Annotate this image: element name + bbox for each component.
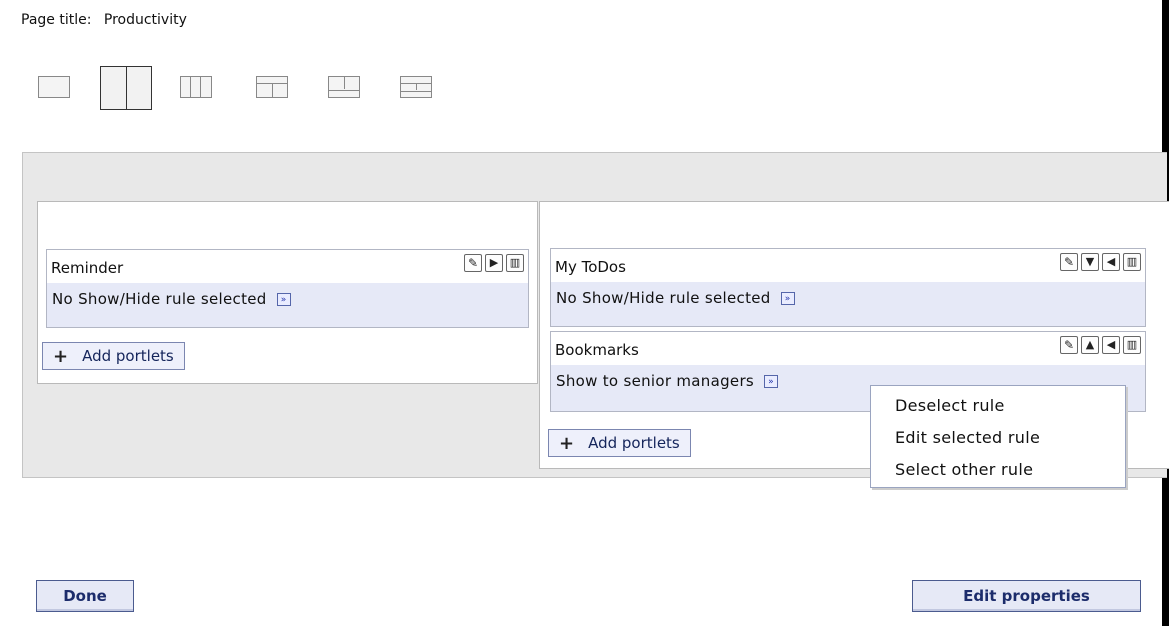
portlet-body: No Show/Hide rule selected »	[551, 282, 1145, 326]
rule-status: Show to senior managers »	[556, 372, 779, 390]
edit-icon[interactable]: ✎	[1060, 253, 1078, 271]
portlet-tools: ✎ ▼ ◀ ▥	[1060, 253, 1141, 271]
plus-icon: +	[53, 345, 69, 367]
edit-icon[interactable]: ✎	[464, 254, 482, 272]
edit-icon[interactable]: ✎	[1060, 336, 1078, 354]
menu-item-select-other-rule[interactable]: Select other rule	[895, 460, 1033, 479]
portlet-title: My ToDos	[555, 258, 626, 276]
portlet-my-todos[interactable]: My ToDos ✎ ▼ ◀ ▥ No Show/Hide rule selec…	[550, 248, 1146, 327]
menu-item-edit-selected-rule[interactable]: Edit selected rule	[895, 428, 1040, 447]
portlet-header: Bookmarks ✎ ▲ ◀ ▥	[551, 332, 1145, 365]
rule-menu-icon[interactable]: »	[276, 293, 291, 306]
arrow-right-icon[interactable]: ▶	[485, 254, 503, 272]
left-column: Reminder ✎ ▶ ▥ No Show/Hide rule selecte…	[37, 201, 538, 384]
layout-top-two-column-icon[interactable]	[256, 76, 288, 98]
add-portlets-label: Add portlets	[82, 347, 174, 365]
trash-icon[interactable]: ▥	[1123, 253, 1141, 271]
layout-one-column-icon[interactable]	[38, 76, 70, 98]
edit-properties-button[interactable]: Edit properties	[912, 580, 1141, 612]
add-portlets-button[interactable]: + Add portlets	[548, 429, 691, 457]
layout-picker	[38, 66, 458, 114]
layout-top-two-bottom-icon[interactable]	[400, 76, 432, 98]
portlet-tools: ✎ ▶ ▥	[464, 254, 524, 272]
trash-icon[interactable]: ▥	[1123, 336, 1141, 354]
portlet-body: No Show/Hide rule selected »	[47, 283, 528, 327]
page: Page title: Productivity Reminder ✎ ▶ ▥ …	[0, 0, 1169, 626]
page-title-value: Productivity	[103, 12, 187, 28]
portlet-header: Reminder ✎ ▶ ▥	[47, 250, 528, 283]
rule-text: Show to senior managers	[556, 372, 755, 390]
arrow-left-icon[interactable]: ◀	[1102, 253, 1120, 271]
layout-three-column-icon[interactable]	[180, 76, 212, 98]
menu-item-deselect-rule[interactable]: Deselect rule	[895, 396, 1005, 415]
trash-icon[interactable]: ▥	[506, 254, 524, 272]
plus-icon: +	[559, 432, 575, 454]
rule-text: No Show/Hide rule selected	[52, 290, 267, 308]
portlet-reminder[interactable]: Reminder ✎ ▶ ▥ No Show/Hide rule selecte…	[46, 249, 529, 328]
rule-menu-icon[interactable]: »	[780, 292, 795, 305]
arrow-left-icon[interactable]: ◀	[1102, 336, 1120, 354]
rule-menu-icon[interactable]: »	[764, 375, 779, 388]
arrow-down-icon[interactable]: ▼	[1081, 253, 1099, 271]
portlet-title: Bookmarks	[555, 341, 639, 359]
rule-status: No Show/Hide rule selected »	[556, 289, 795, 307]
rule-status: No Show/Hide rule selected »	[52, 290, 291, 308]
layout-two-column-icon[interactable]	[100, 66, 152, 110]
rule-text: No Show/Hide rule selected	[556, 289, 771, 307]
add-portlets-button[interactable]: + Add portlets	[42, 342, 185, 370]
layout-two-column-bottom-icon[interactable]	[328, 76, 360, 98]
rule-context-menu: Deselect rule Edit selected rule Select …	[870, 385, 1126, 488]
portlet-tools: ✎ ▲ ◀ ▥	[1060, 336, 1141, 354]
add-portlets-label: Add portlets	[588, 434, 680, 452]
done-button[interactable]: Done	[36, 580, 134, 612]
portlet-title: Reminder	[51, 259, 124, 277]
portlet-header: My ToDos ✎ ▼ ◀ ▥	[551, 249, 1145, 282]
arrow-up-icon[interactable]: ▲	[1081, 336, 1099, 354]
page-title-label: Page title:	[21, 12, 92, 28]
page-title: Page title: Productivity	[21, 12, 187, 28]
